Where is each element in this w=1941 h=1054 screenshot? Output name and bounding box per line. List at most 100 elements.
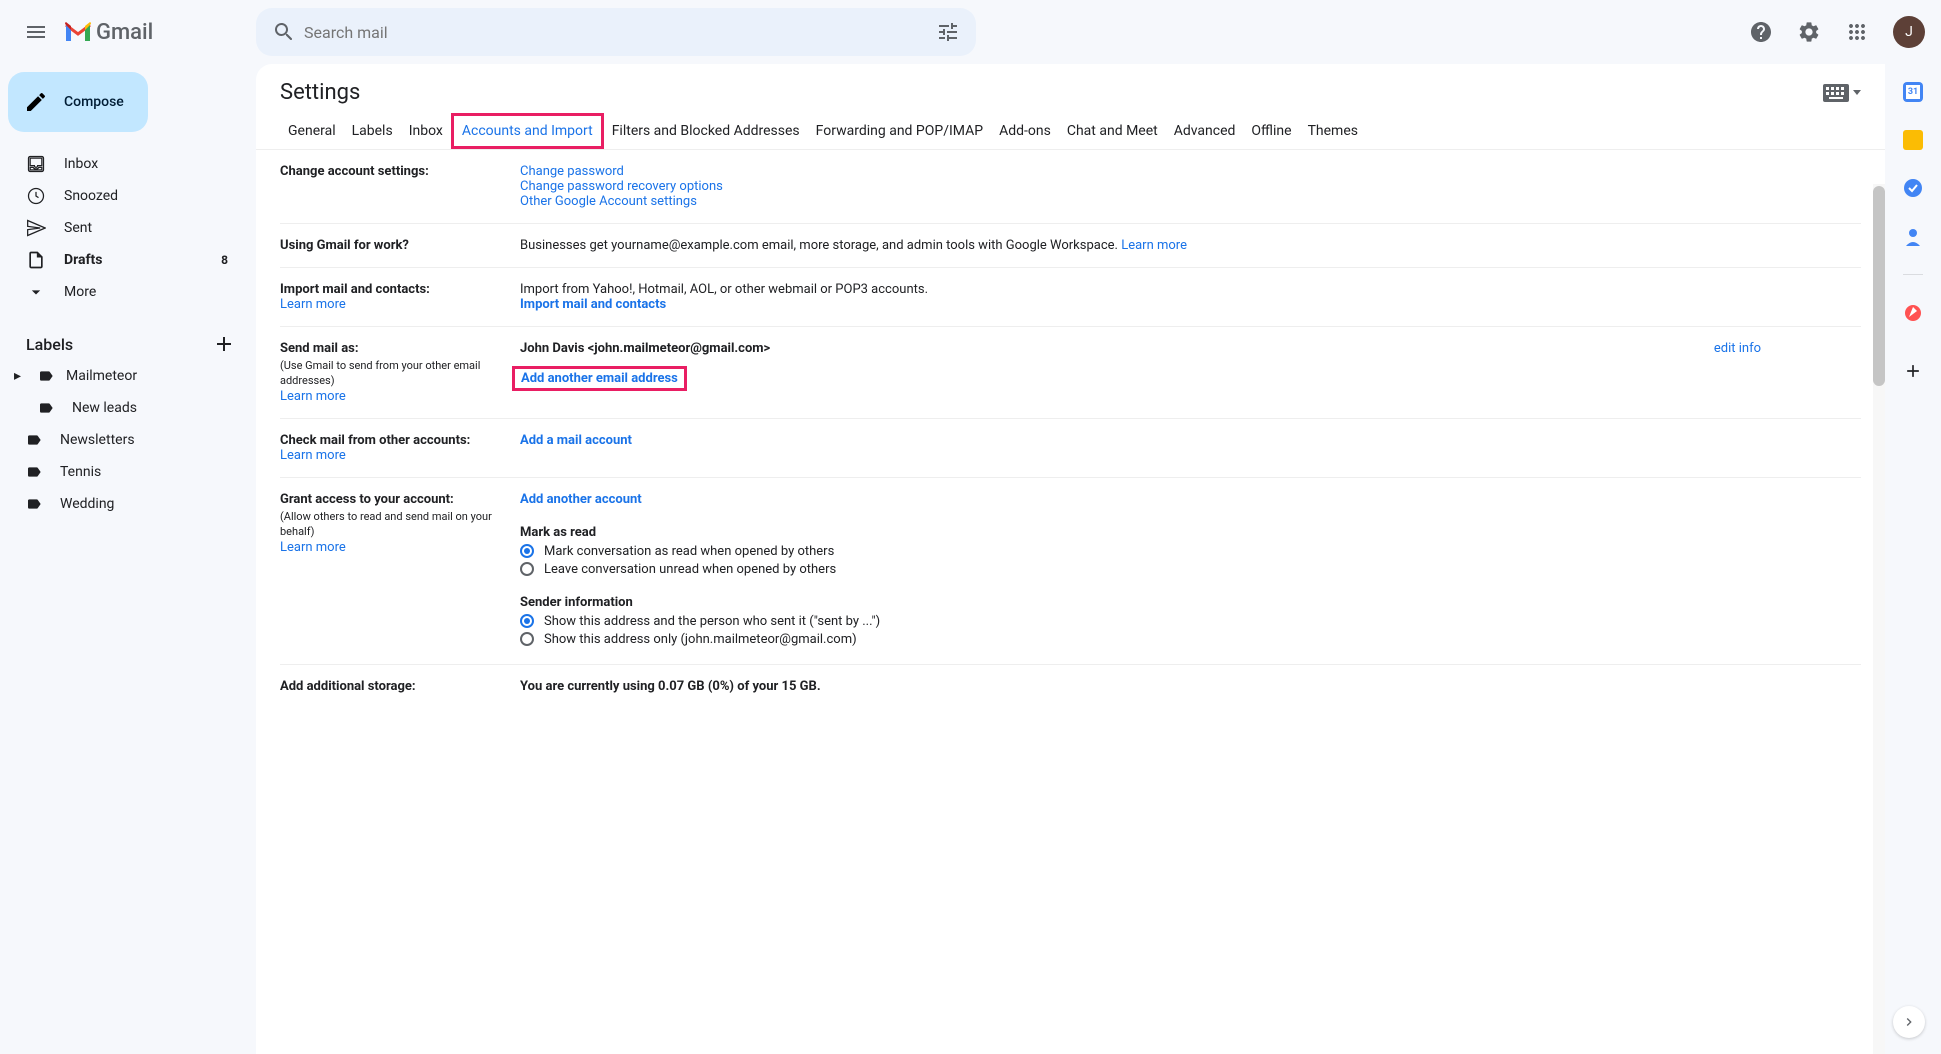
- main-menu-button[interactable]: [12, 8, 60, 56]
- row-title: Grant access to your account:: [280, 492, 510, 507]
- search-options-button[interactable]: [928, 12, 968, 52]
- link-learn-more-checkmail[interactable]: Learn more: [280, 448, 346, 463]
- tab-general[interactable]: General: [280, 113, 344, 149]
- divider: [1903, 274, 1923, 275]
- gmail-logo[interactable]: Gmail: [64, 20, 153, 45]
- sidebar-item-snoozed[interactable]: Snoozed: [0, 180, 256, 212]
- support-button[interactable]: [1741, 12, 1781, 52]
- sidebar-item-inbox[interactable]: Inbox: [0, 148, 256, 180]
- settings-content: Change account settings: Change password…: [256, 150, 1885, 1054]
- label-icon: [26, 496, 42, 512]
- link-change-recovery[interactable]: Change password recovery options: [520, 179, 723, 194]
- scrollbar[interactable]: [1873, 184, 1885, 1054]
- sidebar-item-drafts[interactable]: Drafts 8: [0, 244, 256, 276]
- chevron-right-icon: [1901, 1014, 1917, 1030]
- tab-accounts-import[interactable]: Accounts and Import: [451, 113, 604, 149]
- label-wedding[interactable]: Wedding: [0, 488, 256, 520]
- account-avatar[interactable]: J: [1893, 16, 1925, 48]
- import-text: Import from Yahoo!, Hotmail, AOL, or oth…: [520, 282, 1861, 297]
- radio-icon: [520, 562, 534, 576]
- clock-icon: [26, 186, 46, 206]
- tab-themes[interactable]: Themes: [1300, 113, 1366, 149]
- row-storage: Add additional storage: You are currentl…: [280, 665, 1861, 708]
- nav-label: Drafts: [64, 252, 102, 268]
- radio-icon: [520, 614, 534, 628]
- storage-text: You are currently using 0.07 GB (0%) of …: [520, 679, 821, 694]
- link-learn-more-import[interactable]: Learn more: [280, 297, 346, 312]
- labels-title: Labels: [26, 335, 73, 354]
- nav-label: Inbox: [64, 156, 98, 172]
- label-icon: [38, 400, 54, 416]
- addon-app-icon[interactable]: [1903, 303, 1923, 323]
- tab-forwarding[interactable]: Forwarding and POP/IMAP: [808, 113, 991, 149]
- link-import-mail[interactable]: Import mail and contacts: [520, 297, 666, 312]
- link-learn-more-sendas[interactable]: Learn more: [280, 389, 346, 404]
- header-right: J: [1741, 12, 1933, 52]
- label-mailmeteor[interactable]: ▸ Mailmeteor: [0, 360, 256, 392]
- apps-button[interactable]: [1837, 12, 1877, 52]
- row-title: Change account settings:: [280, 164, 429, 179]
- send-as-identity: John Davis <john.mailmeteor@gmail.com>: [520, 341, 1714, 356]
- row-import: Import mail and contacts: Learn more Imp…: [280, 268, 1861, 327]
- link-other-settings[interactable]: Other Google Account settings: [520, 194, 697, 209]
- collapse-side-panel-button[interactable]: [1893, 1006, 1925, 1038]
- link-change-password[interactable]: Change password: [520, 164, 624, 179]
- label-text: Wedding: [60, 496, 114, 512]
- labels-header: Labels: [0, 328, 256, 360]
- tab-filters[interactable]: Filters and Blocked Addresses: [604, 113, 808, 149]
- search-bar[interactable]: [256, 8, 976, 56]
- drafts-count: 8: [221, 253, 228, 267]
- radio-show-only[interactable]: Show this address only (john.mailmeteor@…: [520, 632, 1861, 647]
- label-new-leads[interactable]: New leads: [0, 392, 256, 424]
- link-learn-more-work[interactable]: Learn more: [1121, 238, 1187, 253]
- radio-leave-unread[interactable]: Leave conversation unread when opened by…: [520, 562, 1861, 577]
- label-tennis[interactable]: Tennis: [0, 456, 256, 488]
- sidebar-item-more[interactable]: More: [0, 276, 256, 308]
- nav-label: Snoozed: [64, 188, 118, 204]
- radio-mark-read[interactable]: Mark conversation as read when opened by…: [520, 544, 1861, 559]
- tasks-app-icon[interactable]: [1903, 178, 1923, 198]
- scrollbar-thumb[interactable]: [1873, 186, 1885, 386]
- pencil-icon: [24, 90, 48, 114]
- search-input[interactable]: [304, 23, 928, 42]
- link-edit-info[interactable]: edit info: [1714, 341, 1761, 356]
- sidebar-item-sent[interactable]: Sent: [0, 212, 256, 244]
- label-icon: [26, 464, 42, 480]
- tab-labels[interactable]: Labels: [344, 113, 401, 149]
- radio-icon: [520, 544, 534, 558]
- gmail-logo-icon: [64, 21, 92, 43]
- tab-advanced[interactable]: Advanced: [1166, 113, 1244, 149]
- label-text: Mailmeteor: [66, 368, 137, 384]
- search-button[interactable]: [264, 12, 304, 52]
- label-icon: [38, 368, 54, 384]
- settings-panel: Settings General Labels Inbox Accounts a…: [256, 64, 1885, 1054]
- input-tools-dropdown[interactable]: [1823, 84, 1861, 102]
- tab-inbox[interactable]: Inbox: [401, 113, 451, 149]
- settings-button[interactable]: [1789, 12, 1829, 52]
- calendar-app-icon[interactable]: 31: [1903, 82, 1923, 102]
- add-label-button[interactable]: [208, 328, 240, 360]
- link-add-email-address[interactable]: Add another email address: [521, 371, 678, 386]
- compose-label: Compose: [64, 94, 124, 110]
- nav-label: More: [64, 284, 96, 300]
- link-add-mail-account[interactable]: Add a mail account: [520, 433, 632, 448]
- link-add-another-account[interactable]: Add another account: [520, 492, 642, 507]
- contacts-app-icon[interactable]: [1903, 226, 1923, 246]
- keep-app-icon[interactable]: [1903, 130, 1923, 150]
- label-newsletters[interactable]: Newsletters: [0, 424, 256, 456]
- chevron-down-icon: [26, 282, 46, 302]
- compose-button[interactable]: Compose: [8, 72, 148, 132]
- tab-offline[interactable]: Offline: [1243, 113, 1299, 149]
- highlight-add-email: Add another email address: [512, 366, 687, 391]
- add-addon-button[interactable]: [1893, 351, 1933, 391]
- tab-chat-meet[interactable]: Chat and Meet: [1059, 113, 1166, 149]
- draft-icon: [26, 250, 46, 270]
- tab-addons[interactable]: Add-ons: [991, 113, 1059, 149]
- side-panel: 31: [1885, 64, 1941, 1054]
- sidebar: Compose Inbox Snoozed Sent Drafts 8: [0, 64, 256, 1054]
- product-name: Gmail: [96, 20, 153, 45]
- radio-show-both[interactable]: Show this address and the person who sen…: [520, 614, 1861, 629]
- link-learn-more-grant[interactable]: Learn more: [280, 540, 346, 555]
- row-check-mail: Check mail from other accounts: Learn mo…: [280, 419, 1861, 478]
- caret-right-icon: ▸: [14, 368, 26, 384]
